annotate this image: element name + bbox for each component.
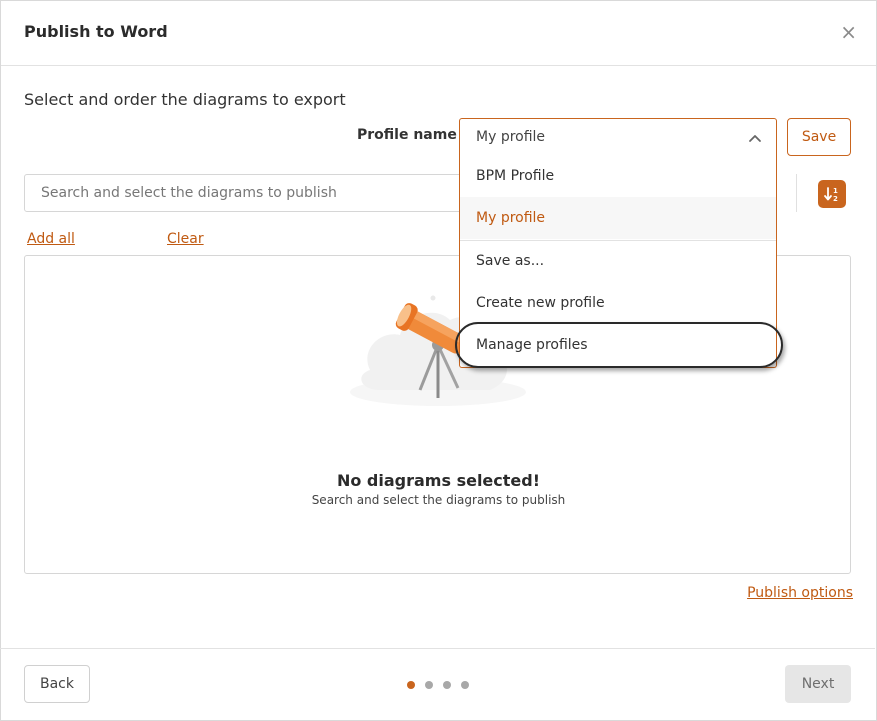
diagram-search-input[interactable] — [25, 175, 483, 211]
step-dot-2 — [425, 681, 433, 689]
manage-profiles-action[interactable]: Manage profiles — [460, 324, 776, 366]
dialog-subtitle: Select and order the diagrams to export — [24, 90, 346, 109]
step-dot-4 — [461, 681, 469, 689]
empty-state-subtitle: Search and select the diagrams to publis… — [311, 493, 566, 507]
chevron-up-icon — [749, 135, 761, 142]
profile-option-my-profile[interactable]: My profile — [460, 197, 776, 239]
profile-select[interactable]: My profile — [459, 118, 777, 156]
profile-option-bpm[interactable]: BPM Profile — [460, 155, 776, 197]
next-button[interactable]: Next — [785, 665, 851, 703]
back-button[interactable]: Back — [24, 665, 90, 703]
close-icon[interactable]: × — [840, 20, 857, 44]
sort-numeric-icon: 1 2 — [824, 187, 838, 203]
sort-button[interactable]: 1 2 — [818, 180, 846, 208]
profile-dropdown: BPM Profile My profile Save as... Create… — [459, 155, 777, 368]
svg-text:2: 2 — [833, 195, 838, 203]
profile-name-label: Profile name — [357, 127, 457, 143]
step-dot-1 — [407, 681, 415, 689]
clear-link[interactable]: Clear — [167, 231, 204, 247]
empty-state-title: No diagrams selected! — [336, 471, 541, 490]
save-as-action[interactable]: Save as... — [460, 240, 776, 282]
svg-text:1: 1 — [833, 187, 838, 195]
dialog-footer — [0, 648, 875, 720]
add-all-link[interactable]: Add all — [27, 231, 75, 247]
step-dot-3 — [443, 681, 451, 689]
publish-options-link[interactable]: Publish options — [747, 585, 853, 601]
create-new-profile-action[interactable]: Create new profile — [460, 282, 776, 324]
profile-select-value: My profile — [476, 129, 546, 145]
save-profile-button[interactable]: Save — [787, 118, 851, 156]
diagram-search — [24, 174, 484, 212]
dialog-title: Publish to Word — [24, 22, 168, 41]
toolbar-divider — [796, 174, 797, 212]
